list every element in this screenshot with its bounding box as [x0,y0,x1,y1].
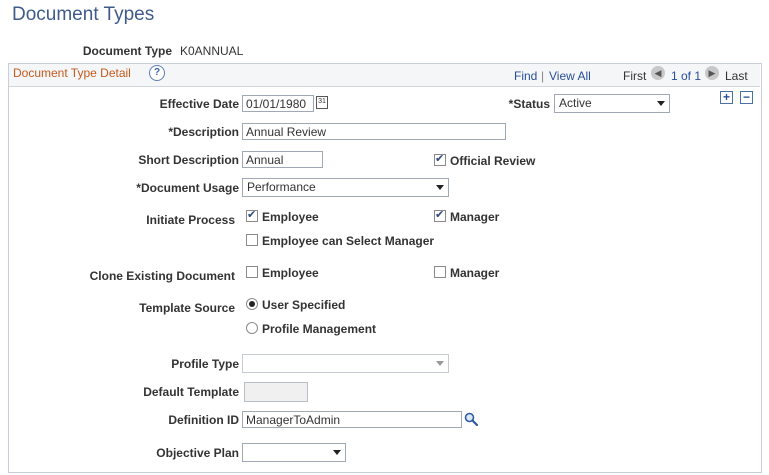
chevron-down-icon [436,185,444,190]
initiate-employee-checkbox[interactable] [246,208,258,222]
remove-row-button[interactable]: − [740,91,753,104]
effective-date-input[interactable]: 01/01/1980 [242,95,314,112]
chevron-down-icon [436,361,444,366]
profile-type-label: Profile Type [171,357,239,371]
description-input[interactable]: Annual Review [242,123,506,140]
clone-manager-label: Manager [450,266,500,280]
last-label: Last [725,69,748,83]
definition-id-label: Definition ID [168,413,239,427]
description-label: *Description [168,125,239,139]
initiate-manager-label: Manager [450,210,500,224]
add-row-button[interactable]: + [720,91,733,104]
user-specified-label: User Specified [262,298,346,312]
clone-manager-checkbox[interactable] [434,266,446,278]
chevron-down-icon [657,101,665,106]
document-usage-select[interactable]: Performance [242,178,449,197]
page-title: Document Types [12,4,155,25]
nav-separator: | [541,69,545,83]
initiate-manager-checkbox[interactable] [434,208,446,222]
chevron-down-icon [333,450,341,455]
view-all-link[interactable]: View All [549,69,591,83]
default-template-input[interactable] [244,382,308,402]
official-review-checkbox[interactable] [434,152,446,166]
clone-existing-label: Clone Existing Document [89,269,235,283]
lookup-icon[interactable] [464,412,478,426]
first-label: First [623,69,647,83]
document-usage-label: *Document Usage [136,181,239,195]
find-link[interactable]: Find [514,69,537,83]
document-type-value: K0ANNUAL [180,44,244,58]
profile-management-label: Profile Management [262,322,377,336]
default-template-label: Default Template [143,385,239,399]
profile-management-radio[interactable] [246,322,258,334]
employee-select-manager-checkbox[interactable] [246,234,258,246]
short-description-input[interactable]: Annual [242,151,323,168]
template-source-label: Template Source [139,301,235,315]
panel-title: Document Type Detail [13,66,131,80]
definition-id-input[interactable]: ManagerToAdmin [242,411,462,428]
document-usage-value: Performance [247,180,316,194]
official-review-label: Official Review [450,154,536,168]
objective-plan-select[interactable] [242,443,346,462]
employee-select-manager-label: Employee can Select Manager [262,234,435,248]
clone-employee-label: Employee [262,266,319,280]
next-arrow-icon[interactable]: ▶ [705,66,719,80]
status-select[interactable]: Active [554,94,670,113]
row-range: 1 of 1 [671,69,702,83]
profile-type-select[interactable] [242,354,449,373]
clone-employee-checkbox[interactable] [246,266,258,278]
initiate-process-label: Initiate Process [146,213,235,227]
status-label: *Status [508,97,550,111]
initiate-employee-label: Employee [262,210,319,224]
user-specified-radio[interactable] [246,298,258,310]
objective-plan-label: Objective Plan [156,446,239,460]
document-type-label: Document Type [82,44,172,58]
status-value: Active [559,96,592,110]
short-description-label: Short Description [138,153,239,167]
help-icon[interactable]: ? [149,65,165,81]
effective-date-label: Effective Date [159,97,239,111]
previous-arrow-icon[interactable]: ◀ [651,66,665,80]
calendar-icon[interactable]: 31 [316,96,328,109]
